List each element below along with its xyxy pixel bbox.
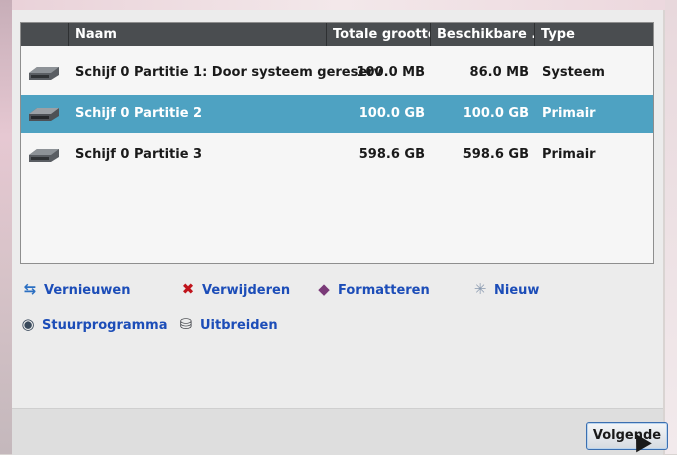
column-header-free-space[interactable]: Beschikbare ... <box>431 23 535 46</box>
star-burst-icon: ✳ <box>473 280 487 298</box>
partition-total-size: 598.6 GB <box>358 147 425 162</box>
format-link[interactable]: ◆ Formatteren <box>314 278 430 300</box>
refresh-arrows-icon: ⇆ <box>23 280 37 298</box>
hard-disk-icon <box>29 149 59 162</box>
partition-free-space: 100.0 GB <box>462 106 529 121</box>
hard-disk-icon <box>29 67 59 80</box>
table-row[interactable]: Schijf 0 Partitie 1: Door systeem gerese… <box>21 54 653 92</box>
partition-type: Primair <box>542 106 596 121</box>
next-button[interactable]: Volgende <box>586 422 668 450</box>
partition-list-header: Naam Totale grootte Beschikbare ... Type <box>21 23 653 46</box>
eraser-icon: ◆ <box>318 280 330 298</box>
column-header-name[interactable]: Naam <box>69 23 327 46</box>
refresh-label: Vernieuwen <box>44 283 131 298</box>
extend-link[interactable]: ⛁ Uitbreiden <box>176 313 278 335</box>
partition-name: Schijf 0 Partitie 3 <box>75 147 203 162</box>
hard-disk-icon <box>29 108 59 121</box>
globe-disc-icon: ◉ <box>21 315 35 333</box>
window-frame-top <box>0 0 677 10</box>
extend-label: Uitbreiden <box>200 318 278 333</box>
partition-free-space: 598.6 GB <box>462 147 529 162</box>
refresh-link[interactable]: ⇆ Vernieuwen <box>20 278 131 300</box>
partition-type: Primair <box>542 147 596 162</box>
partition-type: Systeem <box>542 65 605 80</box>
delete-link[interactable]: ✖ Verwijderen <box>178 278 290 300</box>
table-row[interactable]: Schijf 0 Partitie 3 598.6 GB 598.6 GB Pr… <box>21 136 653 174</box>
bottom-bar <box>12 408 663 455</box>
partition-name: Schijf 0 Partitie 2 <box>75 106 203 121</box>
window-frame-left <box>0 0 12 454</box>
window-frame-right <box>665 0 677 454</box>
table-row-selected[interactable]: Schijf 0 Partitie 2 100.0 GB 100.0 GB Pr… <box>21 95 653 133</box>
red-x-icon: ✖ <box>181 280 195 298</box>
header-icon-column <box>21 23 69 46</box>
new-link[interactable]: ✳ Nieuw <box>470 278 540 300</box>
partition-free-space: 86.0 MB <box>469 65 529 80</box>
driver-label: Stuurprogramma <box>42 318 168 333</box>
column-header-type[interactable]: Type <box>535 23 653 46</box>
partition-list[interactable]: Naam Totale grootte Beschikbare ... Type… <box>20 22 654 264</box>
new-label: Nieuw <box>494 283 540 298</box>
delete-label: Verwijderen <box>202 283 291 298</box>
partition-total-size: 100.0 MB <box>356 65 426 80</box>
format-label: Formatteren <box>338 283 430 298</box>
partition-total-size: 100.0 GB <box>358 106 425 121</box>
extend-disk-icon: ⛁ <box>179 315 193 333</box>
column-header-total-size[interactable]: Totale grootte <box>327 23 431 46</box>
driver-link[interactable]: ◉ Stuurprogramma <box>18 313 168 335</box>
